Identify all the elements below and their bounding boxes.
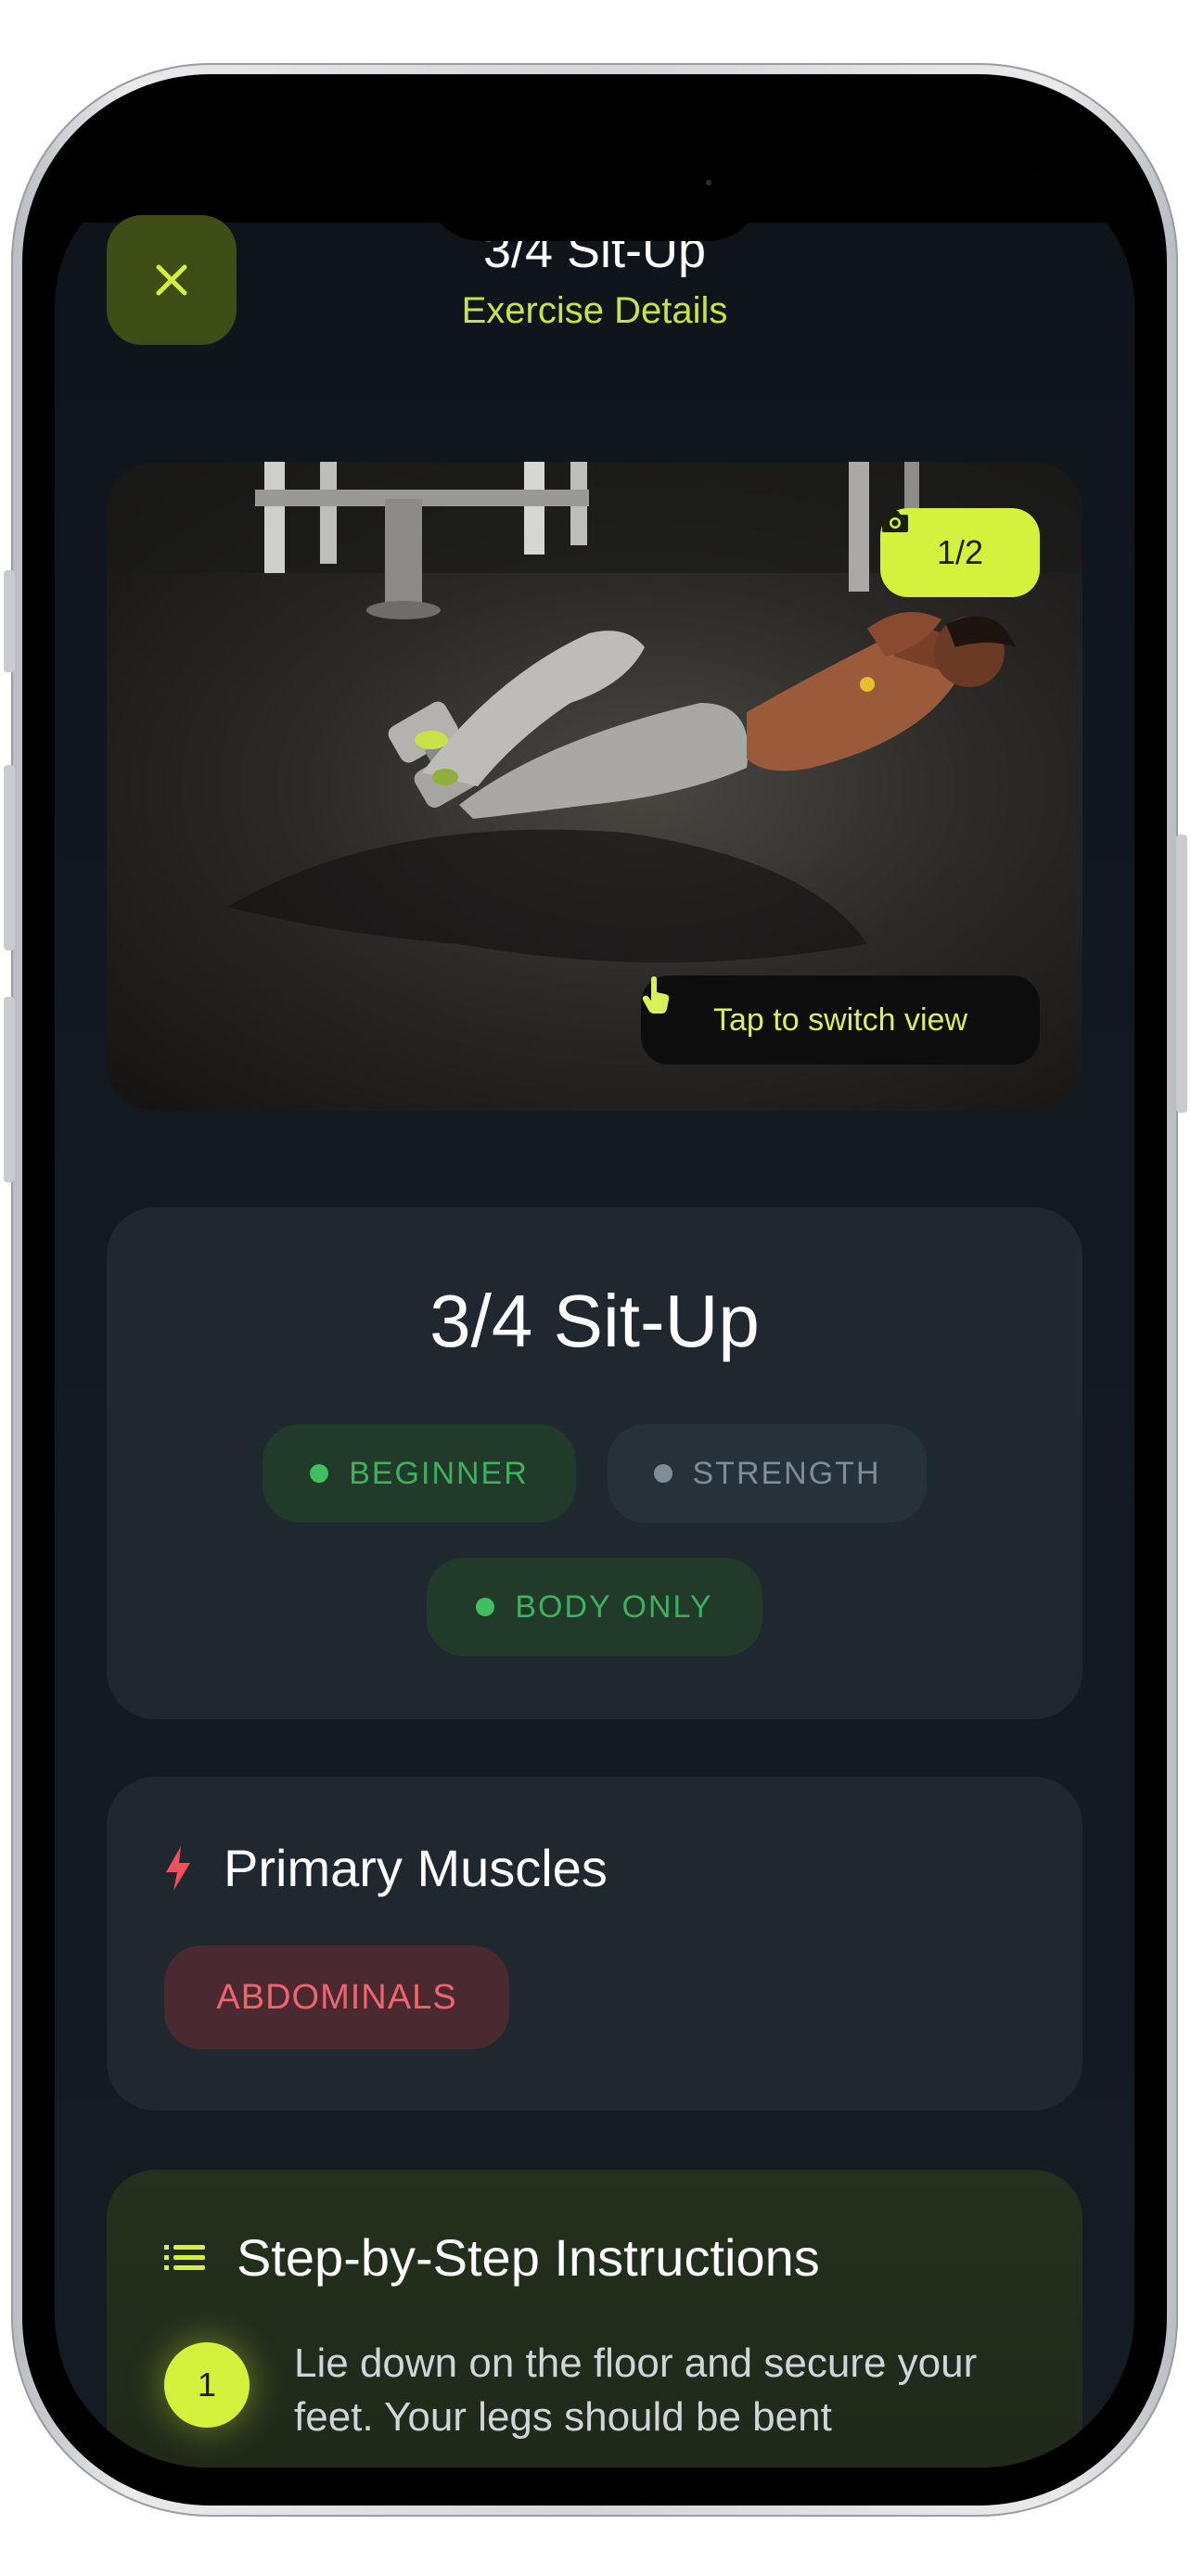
section-title: Step-by-Step Instructions	[237, 2228, 820, 2287]
action-button	[4, 570, 15, 672]
difficulty-tag: BEGINNER	[263, 1424, 576, 1523]
exercise-info-card: 3/4 Sit-Up BEGINNER STRENGTH BODY ONLY	[107, 1207, 1082, 1719]
dynamic-island	[426, 167, 763, 241]
volume-up-button	[4, 765, 15, 950]
front-camera	[706, 180, 711, 185]
photo-counter-text: 1/2	[936, 533, 984, 571]
muscle-chip: ABDOMINALS	[164, 1945, 509, 2049]
tag-label: BODY ONLY	[515, 1588, 713, 1625]
close-button[interactable]	[107, 215, 237, 345]
tag-label: STRENGTH	[692, 1455, 881, 1491]
volume-down-button	[4, 997, 15, 1182]
tap-hand-icon	[642, 976, 670, 1014]
lightning-icon	[166, 1845, 190, 1891]
power-button	[1176, 835, 1187, 1113]
tag-dot	[310, 1464, 329, 1483]
app-screen: 3/4 Sit-Up Exercise Details 1/2 Tap to s…	[55, 167, 1134, 2468]
muscle-chip-label: ABDOMINALS	[216, 1977, 457, 2017]
exercise-image[interactable]: 1/2 Tap to switch view	[107, 462, 1082, 1111]
camera-icon	[882, 511, 908, 532]
instructions-card: Step-by-Step Instructions 1 Lie down on …	[107, 2170, 1082, 2468]
tag-dot	[476, 1598, 495, 1616]
section-title: Primary Muscles	[224, 1839, 608, 1897]
instructions-header: Step-by-Step Instructions	[164, 2227, 820, 2288]
step-number-badge: 1	[164, 2342, 250, 2428]
switch-view-label: Tap to switch view	[713, 1001, 967, 1038]
list-icon	[164, 2244, 205, 2270]
switch-view-button[interactable]: Tap to switch view	[641, 976, 1040, 1065]
category-tag: STRENGTH	[608, 1424, 927, 1523]
close-icon	[156, 264, 187, 296]
equipment-tag: BODY ONLY	[427, 1558, 762, 1656]
tag-dot	[653, 1464, 672, 1483]
tag-label: BEGINNER	[349, 1455, 529, 1491]
primary-muscles-card: Primary Muscles ABDOMINALS	[107, 1777, 1082, 2111]
primary-muscles-header: Primary Muscles	[164, 1838, 608, 1898]
step-text: Lie down on the floor and secure your fe…	[294, 2340, 978, 2440]
photo-counter-badge[interactable]: 1/2	[880, 508, 1040, 597]
exercise-name: 3/4 Sit-Up	[429, 1280, 760, 1362]
